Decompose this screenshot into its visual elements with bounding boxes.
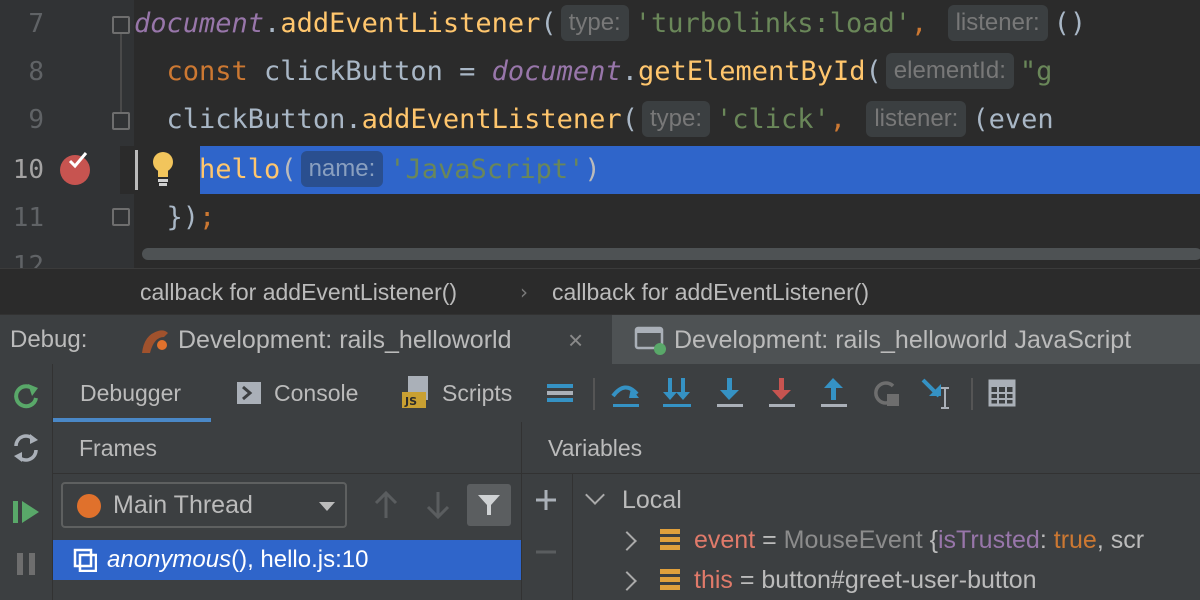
resume-icon[interactable] xyxy=(10,496,42,528)
add-watch-icon[interactable] xyxy=(534,488,558,512)
line-number: 12 xyxy=(12,251,44,268)
frames-panel: Frames Main Thread anonymous(), hello.js… xyxy=(53,422,522,600)
lightbulb-icon[interactable] xyxy=(150,150,176,188)
variables-header: Variables xyxy=(522,422,1200,474)
previous-frame-icon[interactable] xyxy=(369,488,403,522)
step-into-icon[interactable] xyxy=(661,376,695,410)
frame-row-selected[interactable]: anonymous(), hello.js:10 xyxy=(53,540,521,580)
tab-label: Development: rails_helloworld JavaScript xyxy=(674,326,1132,354)
field-icon xyxy=(660,569,680,591)
breakpoint-icon[interactable] xyxy=(60,152,90,185)
line-number: 10 xyxy=(12,155,44,185)
line-number: 11 xyxy=(12,203,44,233)
breadcrumb: callback for addEventListener() › callba… xyxy=(0,268,1200,315)
close-icon[interactable]: × xyxy=(568,315,583,365)
line-number: 9 xyxy=(28,105,44,135)
chevron-right-icon xyxy=(617,531,637,551)
tab-debugger[interactable]: Debugger xyxy=(53,364,211,422)
code-line[interactable]: 7 document.addEventListener(type:'turbol… xyxy=(0,0,1200,48)
code-line[interactable]: 9 clickButton.addEventListener(type:'cli… xyxy=(0,96,1200,144)
chevron-down-icon xyxy=(585,485,605,505)
text-caret xyxy=(135,150,138,190)
variable-row-this[interactable]: this = button#greet-user-button xyxy=(582,560,1200,600)
next-frame-icon[interactable] xyxy=(421,488,455,522)
breadcrumb-separator: › xyxy=(520,280,528,304)
field-icon xyxy=(660,529,680,551)
run-to-cursor-icon[interactable] xyxy=(921,376,955,410)
line-number: 8 xyxy=(28,57,44,87)
variables-toolbar xyxy=(522,474,573,600)
variables-panel: Variables Local event = MouseEvent {isTr… xyxy=(522,422,1200,600)
frame-icon xyxy=(73,548,97,572)
chevron-down-icon xyxy=(319,502,335,511)
rerun-icon[interactable] xyxy=(10,380,42,412)
frame-location: (), hello.js:10 xyxy=(231,546,369,573)
evaluate-expression-icon[interactable] xyxy=(985,376,1019,410)
javascript-debug-icon xyxy=(634,326,666,355)
filter-button[interactable] xyxy=(467,484,511,526)
parameter-hint: listener: xyxy=(866,101,967,137)
frames-header: Frames xyxy=(53,422,521,474)
frame-function: anonymous xyxy=(107,546,232,573)
code-line-current[interactable]: 10 hello(name: 'JavaScript') xyxy=(0,146,1200,194)
rails-icon xyxy=(142,330,168,353)
debugger-toolbar: Debugger Console JS Scripts xyxy=(53,364,1200,423)
force-step-into-icon[interactable] xyxy=(765,376,799,410)
chevron-right-icon xyxy=(617,571,637,591)
code-editor[interactable]: 7 document.addEventListener(type:'turbol… xyxy=(0,0,1200,268)
breadcrumb-item[interactable]: callback for addEventListener() xyxy=(552,269,869,315)
run-config-tab-javascript[interactable]: Development: rails_helloworld JavaScript xyxy=(612,315,1200,365)
parameter-hint: type: xyxy=(641,101,710,137)
debug-side-toolbar xyxy=(0,364,53,600)
debug-label: Debug: xyxy=(10,326,88,353)
drop-frame-icon[interactable] xyxy=(869,376,903,410)
tab-scripts[interactable]: JS Scripts xyxy=(398,364,528,422)
line-number: 7 xyxy=(28,9,44,39)
tab-label: Development: rails_helloworld xyxy=(178,326,512,354)
parameter-hint: type: xyxy=(560,5,629,41)
debug-tool-window-header: Debug: Development: rails_helloworld × D… xyxy=(0,314,1200,365)
thread-selector[interactable]: Main Thread xyxy=(61,482,347,528)
step-out-icon[interactable] xyxy=(817,376,851,410)
tab-console[interactable]: Console xyxy=(231,364,381,422)
parameter-hint: elementId: xyxy=(885,53,1014,89)
svg-text:JS: JS xyxy=(404,395,417,408)
console-icon xyxy=(237,382,261,404)
run-config-tab-rails[interactable]: Development: rails_helloworld × xyxy=(130,315,610,365)
thread-name: Main Thread xyxy=(113,491,253,519)
remove-watch-icon[interactable] xyxy=(534,546,558,558)
breadcrumb-item[interactable]: callback for addEventListener() xyxy=(140,269,457,315)
pause-icon[interactable] xyxy=(10,548,42,580)
smart-step-into-icon[interactable] xyxy=(713,376,747,410)
parameter-hint: listener: xyxy=(947,5,1048,41)
step-over-icon[interactable] xyxy=(609,376,643,410)
code-line[interactable]: 11 }); xyxy=(0,194,1200,242)
scripts-icon: JS xyxy=(402,376,428,408)
horizontal-scrollbar[interactable] xyxy=(134,242,1200,268)
filter-icon xyxy=(478,495,500,515)
thread-status-icon xyxy=(77,494,101,518)
layout-icon[interactable] xyxy=(543,376,577,410)
code-line[interactable]: 8 const clickButton = document.getElemen… xyxy=(0,48,1200,96)
variable-row-event[interactable]: event = MouseEvent {isTrusted: true, scr xyxy=(582,520,1200,560)
parameter-hint: name: xyxy=(300,151,384,187)
restart-frame-icon[interactable] xyxy=(10,432,42,464)
